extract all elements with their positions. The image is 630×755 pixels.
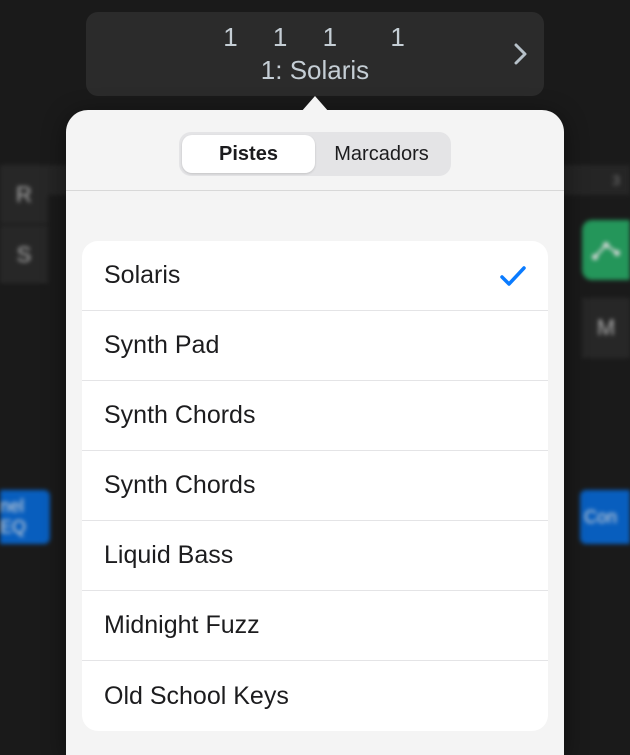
list-item[interactable]: Synth Chords bbox=[82, 451, 548, 521]
segmented-control-wrap: Pistes Marcadors bbox=[66, 110, 564, 191]
list-item[interactable]: Synth Chords bbox=[82, 381, 548, 451]
track-label: Old School Keys bbox=[104, 682, 289, 711]
compressor-badge[interactable]: Con bbox=[580, 490, 630, 544]
track-label: Synth Chords bbox=[104, 471, 255, 500]
track-label: Synth Chords bbox=[104, 401, 255, 430]
lcd-digit: 1 bbox=[390, 22, 406, 53]
track-list-wrap: Solaris Synth Pad Synth Chords Synth Cho… bbox=[66, 191, 564, 755]
solo-button[interactable]: S bbox=[0, 225, 48, 285]
segmented-control: Pistes Marcadors bbox=[179, 132, 451, 176]
list-item[interactable]: Synth Pad bbox=[82, 311, 548, 381]
checkmark-icon bbox=[500, 265, 526, 287]
list-item[interactable]: Liquid Bass bbox=[82, 521, 548, 591]
track-label: Midnight Fuzz bbox=[104, 611, 260, 640]
lcd-position: 1 1 1 1 bbox=[211, 22, 419, 53]
lcd-digit: 1 bbox=[223, 22, 239, 53]
tab-tracks[interactable]: Pistes bbox=[182, 135, 315, 173]
lcd-display[interactable]: 1 1 1 1 1: Solaris bbox=[86, 12, 544, 96]
lcd-track-name: 1: Solaris bbox=[211, 55, 419, 86]
right-button-column: M bbox=[582, 220, 630, 358]
chevron-right-icon bbox=[514, 43, 528, 65]
automation-button[interactable] bbox=[582, 220, 630, 280]
tab-markers[interactable]: Marcadors bbox=[315, 135, 448, 173]
track-label: Synth Pad bbox=[104, 331, 219, 360]
lcd-digit: 1 bbox=[273, 22, 289, 53]
track-picker-popover: Pistes Marcadors Solaris Synth Pad Synth… bbox=[66, 110, 564, 755]
track-label: Solaris bbox=[104, 261, 180, 290]
mute-button[interactable]: M bbox=[582, 298, 630, 358]
list-item[interactable]: Old School Keys bbox=[82, 661, 548, 731]
record-enable-button[interactable]: R bbox=[0, 165, 48, 225]
popover-arrow bbox=[301, 96, 329, 112]
list-item[interactable]: Solaris bbox=[82, 241, 548, 311]
automation-icon bbox=[591, 239, 621, 261]
lcd-digit: 1 bbox=[323, 22, 339, 53]
track-list: Solaris Synth Pad Synth Chords Synth Cho… bbox=[82, 241, 548, 731]
channel-eq-badge[interactable]: nel EQ bbox=[0, 490, 50, 544]
ruler-marker: 3 bbox=[612, 172, 620, 188]
left-button-column: R S bbox=[0, 165, 48, 285]
list-item[interactable]: Midnight Fuzz bbox=[82, 591, 548, 661]
lcd-inner: 1 1 1 1 1: Solaris bbox=[211, 22, 419, 86]
track-label: Liquid Bass bbox=[104, 541, 233, 570]
